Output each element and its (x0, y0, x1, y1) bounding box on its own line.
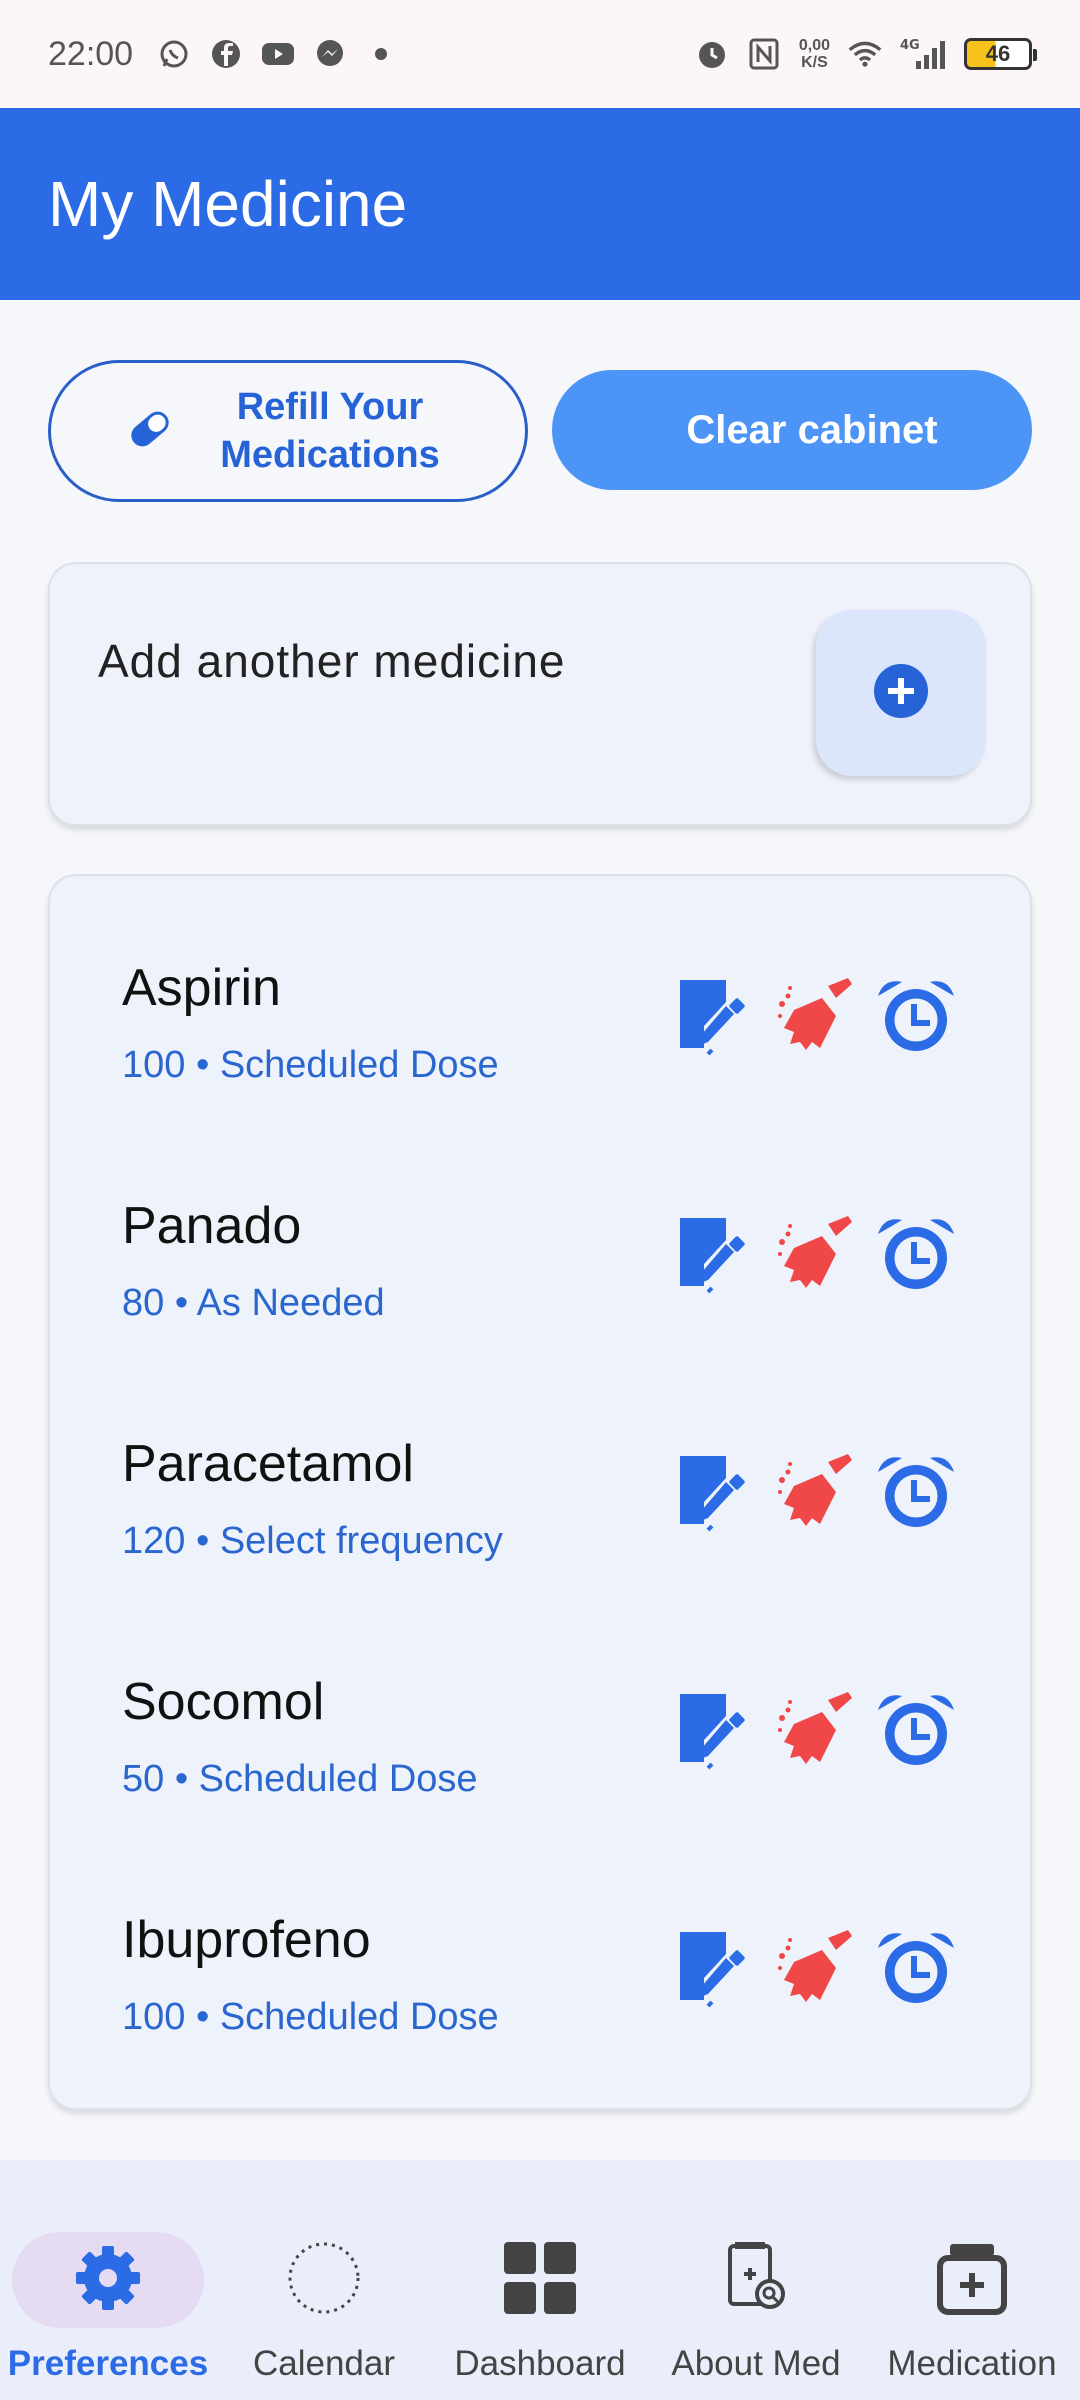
medicine-details: 80 • As Needed (122, 1282, 385, 1324)
facebook-icon (209, 37, 243, 71)
edit-icon[interactable] (676, 1690, 756, 1770)
nav-item-dashboard[interactable]: Dashboard (432, 2196, 648, 2386)
whatsapp-icon (157, 37, 191, 71)
medicine-details: 50 • Scheduled Dose (122, 1758, 478, 1800)
add-circle-icon (871, 661, 931, 726)
edit-icon[interactable] (676, 976, 756, 1056)
dotted-circle-icon (284, 2236, 364, 2320)
medicine-name: Panado (122, 1197, 302, 1255)
alarm-clock-icon[interactable] (876, 1452, 956, 1532)
nav-item-about-med[interactable]: About Med (648, 2196, 864, 2386)
medicine-box-icon (932, 2236, 1012, 2320)
medicine-name: Aspirin (122, 959, 281, 1017)
list-item-ibuprofeno: Ibuprofeno 100 • Scheduled Dose (50, 1832, 1034, 2070)
edit-icon[interactable] (676, 1452, 756, 1532)
medicine-list: Aspirin 100 • Scheduled Dose Panado 80 •… (48, 874, 1032, 2110)
broom-delete-icon[interactable] (776, 1690, 856, 1770)
medicine-name: Socomol (122, 1673, 325, 1731)
more-notifications-dot (375, 48, 388, 60)
gear-icon (68, 2236, 148, 2320)
clear-cabinet-button[interactable]: Clear cabinet (552, 370, 1032, 490)
alarm-clock-icon[interactable] (876, 1928, 956, 2008)
signal-icon: 4G (900, 37, 946, 71)
list-item-aspirin: Aspirin 100 • Scheduled Dose (50, 880, 1034, 1118)
list-item-socomol: Socomol 50 • Scheduled Dose (50, 1594, 1034, 1832)
add-medicine-label: Add another medicine (98, 635, 566, 687)
broom-delete-icon[interactable] (776, 976, 856, 1056)
wifi-icon (848, 37, 882, 71)
nav-item-calendar[interactable]: Calendar (216, 2196, 432, 2386)
alarm-clock-icon[interactable] (876, 1690, 956, 1770)
alarm-clock-icon[interactable] (876, 1214, 956, 1294)
app-bar: My Medicine (0, 108, 1080, 300)
about-med-icon (716, 2236, 796, 2320)
medicine-details: 120 • Select frequency (122, 1520, 503, 1562)
add-medicine-card: Add another medicine (48, 562, 1032, 826)
nav-label: Preferences (7, 2344, 209, 2383)
refill-medications-button[interactable]: Refill Your Medications (48, 360, 528, 502)
medicine-name: Ibuprofeno (122, 1911, 371, 1969)
nav-item-preferences[interactable]: Preferences (0, 2196, 216, 2386)
nav-label: About Med (671, 2344, 841, 2383)
nfc-icon (747, 37, 781, 71)
medicine-details: 100 • Scheduled Dose (122, 1044, 499, 1086)
dashboard-icon (500, 2236, 580, 2320)
edit-icon[interactable] (676, 1928, 756, 2008)
bottom-navigation: Preferences Calendar Dashboard About Med (0, 2160, 1080, 2400)
status-bar: 22:00 0,00 K/S 4G 46 (0, 0, 1080, 108)
broom-delete-icon[interactable] (776, 1452, 856, 1532)
battery-indicator: 46 (964, 38, 1037, 70)
nav-label: Medication (887, 2344, 1057, 2383)
pill-icon (123, 402, 177, 461)
refill-button-label: Refill Your Medications (220, 386, 440, 476)
broom-delete-icon[interactable] (776, 1928, 856, 2008)
list-item-paracetamol: Paracetamol 120 • Select frequency (50, 1356, 1034, 1594)
alarm-clock-icon[interactable] (876, 976, 956, 1056)
alarm-icon (695, 37, 729, 71)
youtube-icon (261, 37, 295, 71)
broom-delete-icon[interactable] (776, 1214, 856, 1294)
nav-item-medication[interactable]: Medication (864, 2196, 1080, 2386)
status-time: 22:00 (48, 34, 134, 73)
svg-text:4G: 4G (900, 38, 920, 53)
add-medicine-button[interactable] (816, 610, 986, 776)
nav-label: Dashboard (454, 2344, 626, 2383)
medicine-name: Paracetamol (122, 1435, 414, 1493)
nav-label: Calendar (252, 2344, 396, 2383)
net-speed: 0,00 K/S (798, 37, 830, 71)
medicine-details: 100 • Scheduled Dose (122, 1996, 499, 2038)
page-title: My Medicine (48, 168, 408, 240)
list-item-panado: Panado 80 • As Needed (50, 1118, 1034, 1356)
clear-cabinet-label: Clear cabinet (686, 407, 938, 452)
edit-icon[interactable] (676, 1214, 756, 1294)
messenger-icon (313, 37, 347, 71)
